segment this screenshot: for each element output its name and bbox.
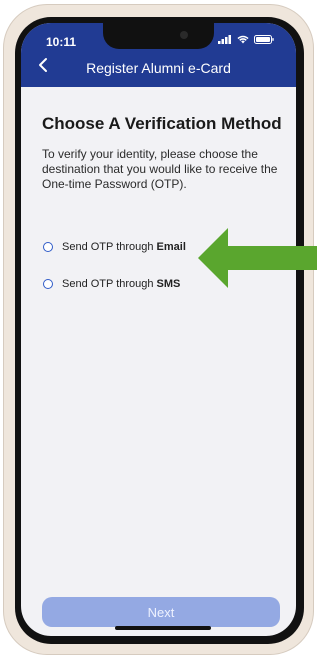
option-sms-prefix: Send OTP through — [62, 278, 154, 290]
description-text: To verify your identity, please choose t… — [42, 147, 278, 191]
app-screen: 10:11 Register Alumni e-Card Choose A Ve… — [21, 23, 296, 636]
page-title: Choose A Verification Method — [42, 114, 282, 133]
main-content: Choose A Verification Method To verify y… — [42, 113, 282, 192]
radio-email[interactable] — [43, 242, 53, 252]
signal-icon — [218, 35, 231, 44]
battery-icon — [254, 35, 274, 44]
camera-dot — [180, 31, 188, 39]
verification-options: Send OTP through Email Send OTP through … — [43, 237, 186, 311]
option-sms-method: SMS — [156, 278, 181, 290]
option-email-method: Email — [156, 241, 186, 253]
home-indicator — [115, 626, 211, 630]
status-icons — [218, 35, 274, 44]
header-title: Register Alumni e-Card — [86, 60, 231, 76]
next-button[interactable]: Next — [42, 597, 280, 627]
option-sms[interactable]: Send OTP through SMS — [43, 274, 186, 294]
option-email[interactable]: Send OTP through Email — [43, 237, 186, 257]
app-header: 10:11 Register Alumni e-Card — [21, 23, 296, 87]
option-email-prefix: Send OTP through — [62, 241, 154, 253]
dynamic-island — [103, 23, 214, 49]
right-pointing-arrow — [198, 228, 317, 288]
radio-sms[interactable] — [43, 279, 53, 289]
status-time: 10:11 — [46, 35, 77, 49]
wifi-icon — [237, 35, 249, 44]
